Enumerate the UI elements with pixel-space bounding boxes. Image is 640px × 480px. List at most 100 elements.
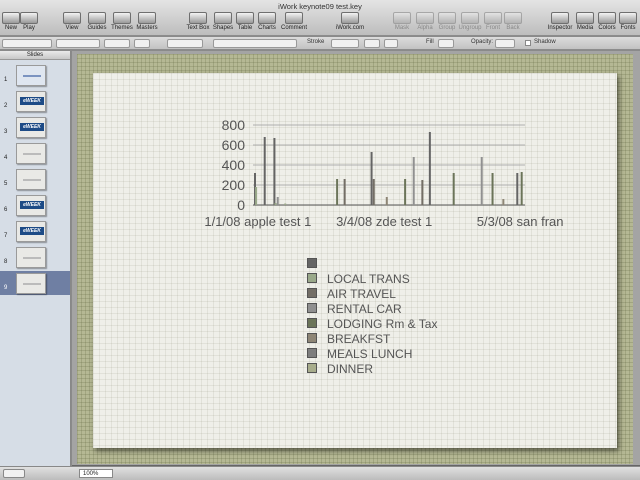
comment-button[interactable]: Comment — [277, 12, 311, 36]
x-tick-label: 1/1/08 apple test 1 — [204, 214, 311, 229]
toolbar-label: Comment — [280, 25, 307, 31]
stroke-style-popup[interactable] — [331, 39, 359, 48]
x-tick-label: 3/4/08 zde test 1 — [336, 214, 432, 229]
thumbnail-title-line — [23, 75, 41, 77]
eweek-logo: eWEEK — [20, 123, 44, 131]
slide-thumbnail[interactable]: eWEEK — [16, 117, 46, 138]
font-style-popup[interactable] — [104, 39, 130, 48]
slide-thumbnail-row[interactable]: 3 eWEEK — [0, 115, 70, 139]
themes-icon — [113, 12, 131, 24]
y-tick-label: 600 — [222, 137, 246, 153]
font-size-popup[interactable] — [134, 39, 150, 48]
legend-swatch — [307, 333, 317, 343]
slide-thumbnail[interactable] — [16, 169, 46, 190]
legend-entry: DINNER — [307, 361, 507, 376]
fonts-icon — [619, 12, 637, 24]
bar — [255, 187, 258, 205]
slide-thumbnail-row[interactable]: 7 eWEEK — [0, 219, 70, 243]
slide-thumbnail-row[interactable]: 2 eWEEK — [0, 89, 70, 113]
back-button[interactable]: Back — [496, 12, 530, 36]
bar — [404, 179, 407, 205]
slide-number: 9 — [4, 285, 8, 291]
format-bar: Stroke Fill Opacity: Shadow — [0, 37, 640, 50]
slide-canvas: 0 200 400 600 800 1/1/08 apple test 1 3/4/08 z… — [72, 51, 640, 466]
bar — [336, 179, 339, 205]
slide-number: 8 — [4, 259, 8, 265]
stroke-label: Stroke — [307, 39, 325, 45]
text-box-icon — [189, 12, 207, 24]
slide-frame: 0 200 400 600 800 1/1/08 apple test 1 3/4/08 z… — [77, 54, 633, 464]
y-tick-label: 400 — [222, 157, 246, 173]
eweek-logo: eWEEK — [20, 201, 44, 209]
iwork-com-icon — [341, 12, 359, 24]
slide-thumbnail[interactable] — [16, 247, 46, 268]
stroke-width-field[interactable] — [364, 39, 380, 48]
chart-legend[interactable]: LOCAL TRANS AIR TRAVEL RENTAL CAR LODGING R… — [307, 256, 507, 376]
slide[interactable]: 0 200 400 600 800 1/1/08 apple test 1 3/4/08 z… — [93, 73, 617, 448]
x-tick-label: 5/3/08 san fran — [477, 214, 564, 229]
legend-entry: RENTAL CAR — [307, 301, 507, 316]
text-style-buttons[interactable] — [167, 39, 203, 48]
legend-entry: AIR TRAVEL — [307, 286, 507, 301]
navigator-view-button[interactable] — [3, 469, 25, 478]
slide-thumbnail-row[interactable]: 9 — [0, 271, 70, 295]
legend-label: LODGING Rm & Tax — [327, 317, 438, 331]
toolbar-label: Fonts — [620, 25, 636, 31]
slide-thumbnail-row[interactable]: 6 eWEEK — [0, 193, 70, 217]
legend-label: RENTAL CAR — [327, 302, 402, 316]
legend-entry — [307, 256, 507, 271]
fonts-button[interactable]: Fonts — [611, 12, 640, 36]
fill-label: Fill — [426, 39, 434, 45]
guides-icon — [88, 12, 106, 24]
bar — [520, 172, 523, 205]
slide-thumbnail-row[interactable]: 8 — [0, 245, 70, 269]
y-tick-label: 0 — [237, 197, 245, 213]
bar — [502, 199, 505, 205]
legend-swatch — [307, 258, 317, 268]
slide-thumbnail-row[interactable]: 4 — [0, 141, 70, 165]
slide-thumbnail[interactable] — [16, 65, 46, 86]
legend-swatch — [307, 288, 317, 298]
slide-thumbnail[interactable]: eWEEK — [16, 91, 46, 112]
font-family-popup[interactable] — [56, 39, 100, 48]
legend-label: LOCAL TRANS — [327, 272, 410, 286]
bar — [372, 179, 375, 205]
thumbnail-text-line — [23, 257, 41, 259]
shadow-label: Shadow — [534, 39, 556, 45]
slide-thumbnail-row[interactable]: 5 — [0, 167, 70, 191]
stroke-color-well[interactable] — [384, 39, 398, 48]
bar — [452, 173, 455, 205]
legend-label: DINNER — [327, 362, 374, 376]
slide-number: 7 — [4, 233, 8, 239]
y-tick-label: 800 — [222, 117, 246, 133]
slide-thumbnail[interactable] — [16, 143, 46, 164]
slide-thumbnail[interactable] — [16, 273, 46, 294]
legend-entry: MEALS LUNCH — [307, 346, 507, 361]
iwork-com-button[interactable]: iWork.com — [333, 12, 367, 36]
masters-icon — [138, 12, 156, 24]
fill-color-well[interactable] — [438, 39, 454, 48]
bar — [370, 152, 373, 205]
play-button[interactable]: Play — [12, 12, 46, 36]
slide-thumbnail[interactable]: eWEEK — [16, 195, 46, 216]
bar — [428, 132, 431, 205]
thumbnail-text-line — [23, 153, 41, 155]
slide-thumbnail-row[interactable]: 1 — [0, 63, 70, 87]
shadow-checkbox[interactable] — [525, 40, 531, 46]
paragraph-style-popup[interactable] — [2, 39, 52, 48]
bar — [480, 157, 483, 205]
opacity-field[interactable] — [495, 39, 515, 48]
navigator-header: Slides — [0, 51, 70, 60]
alignment-buttons[interactable] — [213, 39, 297, 48]
slide-number: 4 — [4, 155, 8, 161]
legend-entry: LOCAL TRANS — [307, 271, 507, 286]
legend-swatch — [307, 363, 317, 373]
masters-button[interactable]: Masters — [130, 12, 164, 36]
bar — [385, 197, 388, 205]
legend-label: AIR TRAVEL — [327, 287, 396, 301]
zoom-popup[interactable]: 100% — [79, 469, 113, 478]
bar — [263, 137, 266, 205]
bar — [343, 179, 346, 205]
play-icon — [20, 12, 38, 24]
slide-thumbnail[interactable]: eWEEK — [16, 221, 46, 242]
